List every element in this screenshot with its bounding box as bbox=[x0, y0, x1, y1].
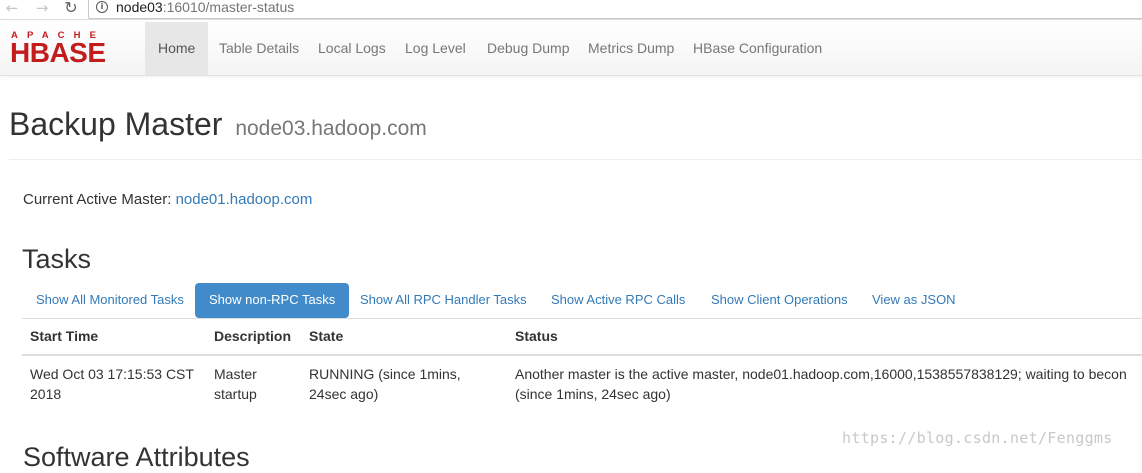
state-line2: 24sec ago) bbox=[309, 385, 379, 402]
forward-arrow-icon[interactable]: → bbox=[32, 0, 52, 18]
top-navbar: APACHE HBASE Home Table Details Local Lo… bbox=[0, 22, 1142, 76]
page-title: Backup Master node03.hadoop.com bbox=[9, 104, 1142, 149]
pill-all-monitored-tasks[interactable]: Show All Monitored Tasks bbox=[22, 283, 198, 318]
nav-log-level[interactable]: Log Level bbox=[392, 22, 479, 75]
cell-description: Master startup bbox=[206, 355, 301, 412]
active-master-link[interactable]: node01.hadoop.com bbox=[176, 191, 313, 208]
start-time-line1: Wed Oct 03 17:15:53 CST bbox=[30, 365, 194, 382]
nav-home[interactable]: Home bbox=[145, 22, 209, 75]
pill-view-as-json[interactable]: View as JSON bbox=[858, 283, 970, 318]
page-title-text: Backup Master bbox=[9, 106, 223, 142]
description-line2: startup bbox=[214, 385, 257, 402]
nav-metrics-dump[interactable]: Metrics Dump bbox=[575, 22, 687, 75]
pill-all-rpc-handler-tasks[interactable]: Show All RPC Handler Tasks bbox=[346, 283, 541, 318]
table-header-row: Start Time Description State Status bbox=[22, 318, 1142, 356]
page-header: Backup Master node03.hadoop.com bbox=[9, 104, 1142, 160]
cell-state: RUNNING (since 1mins, 24sec ago) bbox=[301, 355, 507, 412]
active-master-label: Current Active Master: bbox=[23, 191, 172, 208]
cell-status: Another master is the active master, nod… bbox=[507, 355, 1142, 412]
nav-table-details[interactable]: Table Details bbox=[206, 22, 312, 75]
pill-client-operations[interactable]: Show Client Operations bbox=[697, 283, 862, 318]
url-text[interactable]: node03:16010/master-status bbox=[116, 0, 294, 15]
column-header-state[interactable]: State bbox=[301, 318, 507, 356]
description-line1: Master bbox=[214, 365, 257, 382]
hbase-logo[interactable]: APACHE HBASE bbox=[10, 31, 134, 68]
column-header-description[interactable]: Description bbox=[206, 318, 301, 356]
column-header-start-time[interactable]: Start Time bbox=[22, 318, 206, 356]
tasks-table: Start Time Description State Status Wed … bbox=[22, 318, 1142, 412]
tasks-heading: Tasks bbox=[22, 244, 92, 274]
nav-hbase-configuration[interactable]: HBase Configuration bbox=[680, 22, 835, 75]
watermark-text: https://blog.csdn.net/Fenggms bbox=[842, 429, 1113, 447]
status-line2: (since 1mins, 24sec ago) bbox=[515, 385, 671, 402]
pill-active-rpc-calls[interactable]: Show Active RPC Calls bbox=[537, 283, 699, 318]
table-row: Wed Oct 03 17:15:53 CST 2018 Master star… bbox=[22, 355, 1142, 412]
column-header-status[interactable]: Status bbox=[507, 318, 1142, 356]
state-line1: RUNNING (since 1mins, bbox=[309, 365, 461, 382]
active-master-line: Current Active Master: node01.hadoop.com bbox=[23, 190, 312, 210]
reload-icon[interactable]: ↻ bbox=[61, 0, 81, 18]
info-icon[interactable]: i bbox=[96, 1, 108, 13]
start-time-line2: 2018 bbox=[30, 385, 62, 402]
url-host: node03 bbox=[116, 0, 163, 15]
cell-start-time: Wed Oct 03 17:15:53 CST 2018 bbox=[22, 355, 206, 412]
software-attributes-heading: Software Attributes bbox=[23, 442, 250, 472]
browser-toolbar: ← → ↻ i node03:16010/master-status bbox=[0, 0, 1142, 20]
url-path: :16010/master-status bbox=[162, 0, 295, 15]
status-line1: Another master is the active master, nod… bbox=[515, 365, 1127, 382]
nav-local-logs[interactable]: Local Logs bbox=[305, 22, 399, 75]
address-bar[interactable]: i node03:16010/master-status bbox=[88, 0, 1142, 19]
pill-non-rpc-tasks[interactable]: Show non-RPC Tasks bbox=[195, 283, 350, 318]
nav-debug-dump[interactable]: Debug Dump bbox=[474, 22, 583, 75]
back-arrow-icon[interactable]: ← bbox=[2, 0, 22, 18]
logo-hbase-text: HBASE bbox=[10, 37, 106, 68]
page-title-host: node03.hadoop.com bbox=[235, 117, 427, 140]
